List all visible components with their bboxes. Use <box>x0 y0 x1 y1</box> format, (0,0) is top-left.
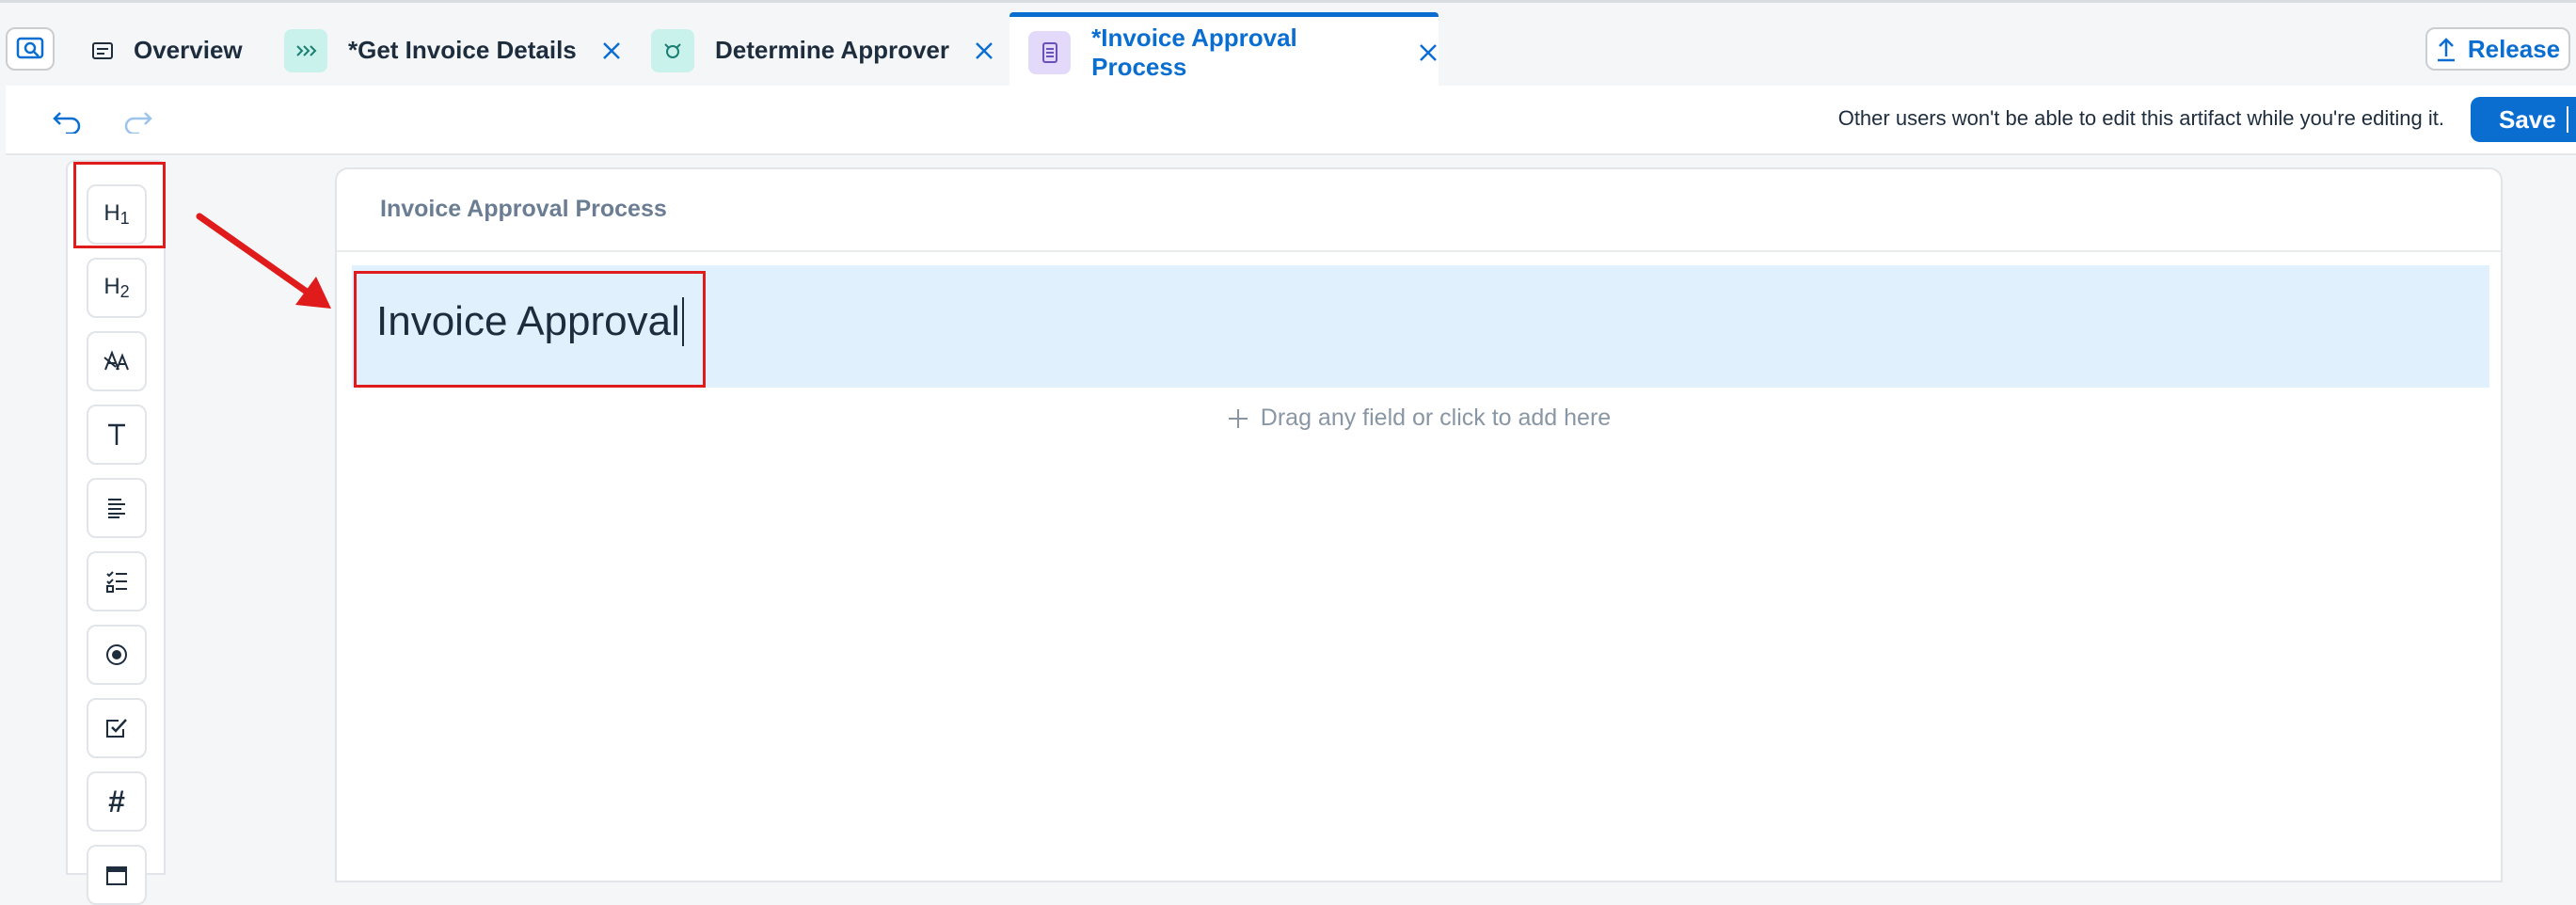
tab-label: *Get Invoice Details <box>348 36 577 64</box>
close-icon <box>602 41 620 59</box>
checkbox-icon <box>106 719 127 738</box>
tab-label: *Invoice Approval Process <box>1091 24 1297 81</box>
number-icon: # <box>108 784 125 818</box>
close-tab-button[interactable] <box>601 40 622 61</box>
upload-icon <box>2437 38 2455 62</box>
tab-determine-approver[interactable]: Determine Approver <box>651 12 994 88</box>
redo-button[interactable] <box>119 103 156 140</box>
paragraph-field[interactable] <box>87 478 147 538</box>
text-icon <box>108 423 125 445</box>
editor-toolbar: Other users won't be able to edit this a… <box>6 86 2576 155</box>
date-field[interactable] <box>87 845 147 905</box>
tab-overview[interactable]: Overview <box>90 12 243 88</box>
annotation-arrow-icon <box>196 213 331 309</box>
form-icon <box>1028 31 1072 74</box>
tab-invoice-approval-process[interactable]: *Invoice Approval Process <box>1010 12 1439 88</box>
search-artifacts-button[interactable] <box>6 27 55 71</box>
checkbox-field[interactable] <box>87 698 147 758</box>
step-chevrons-icon <box>284 28 327 72</box>
close-tab-button[interactable] <box>1418 42 1439 63</box>
close-icon <box>976 41 993 59</box>
text-input-field[interactable] <box>87 405 147 465</box>
paragraph-style-field[interactable] <box>87 331 147 391</box>
edit-lock-notice: Other users won't be able to edit this a… <box>1837 106 2444 130</box>
form-canvas: Invoice Approval Process Invoice Approva… <box>335 167 2503 882</box>
form-title: Invoice Approval Process <box>380 196 667 222</box>
heading-1-icon: H1 <box>103 200 130 228</box>
release-label: Release <box>2467 34 2561 63</box>
radio-field[interactable] <box>87 625 147 685</box>
heading-2-icon: H2 <box>103 274 130 301</box>
save-button[interactable]: Save <box>2471 97 2576 142</box>
drop-hint-text: Drag any field or click to add here <box>1260 405 1612 431</box>
undo-button[interactable] <box>49 103 87 140</box>
tab-label: Overview <box>134 36 243 64</box>
calendar-icon <box>106 866 127 885</box>
heading-1-field[interactable]: H1 <box>87 184 147 245</box>
close-tab-button[interactable] <box>974 40 994 61</box>
heading-text-editor[interactable]: Invoice Approval <box>376 297 684 346</box>
overview-icon <box>90 29 115 72</box>
tab-label: Determine Approver <box>715 36 949 64</box>
plus-icon <box>1228 408 1248 428</box>
field-palette: H1 H2 # <box>66 160 166 905</box>
release-button[interactable]: Release <box>2425 27 2570 71</box>
selected-heading-field[interactable]: Invoice Approval <box>352 265 2489 388</box>
save-label: Save <box>2499 104 2556 134</box>
redo-icon <box>124 112 152 134</box>
search-icon <box>16 37 44 59</box>
close-icon <box>1420 44 1437 61</box>
checklist-icon <box>106 571 127 593</box>
decision-icon <box>651 28 694 72</box>
heading-2-field[interactable]: H2 <box>87 258 147 318</box>
paragraph-icon <box>108 499 125 518</box>
checklist-field[interactable] <box>87 551 147 611</box>
undo-icon <box>53 112 81 134</box>
title-divider <box>337 250 2501 252</box>
text-style-icon <box>103 350 129 371</box>
number-field[interactable]: # <box>87 771 147 832</box>
save-divider <box>2567 106 2568 133</box>
radio-icon <box>106 644 127 665</box>
drop-zone[interactable]: Drag any field or click to add here <box>337 405 2501 432</box>
tab-bar: Overview *Get Invoice Details Determine … <box>0 0 2576 88</box>
tab-get-invoice-details[interactable]: *Get Invoice Details <box>284 12 622 88</box>
